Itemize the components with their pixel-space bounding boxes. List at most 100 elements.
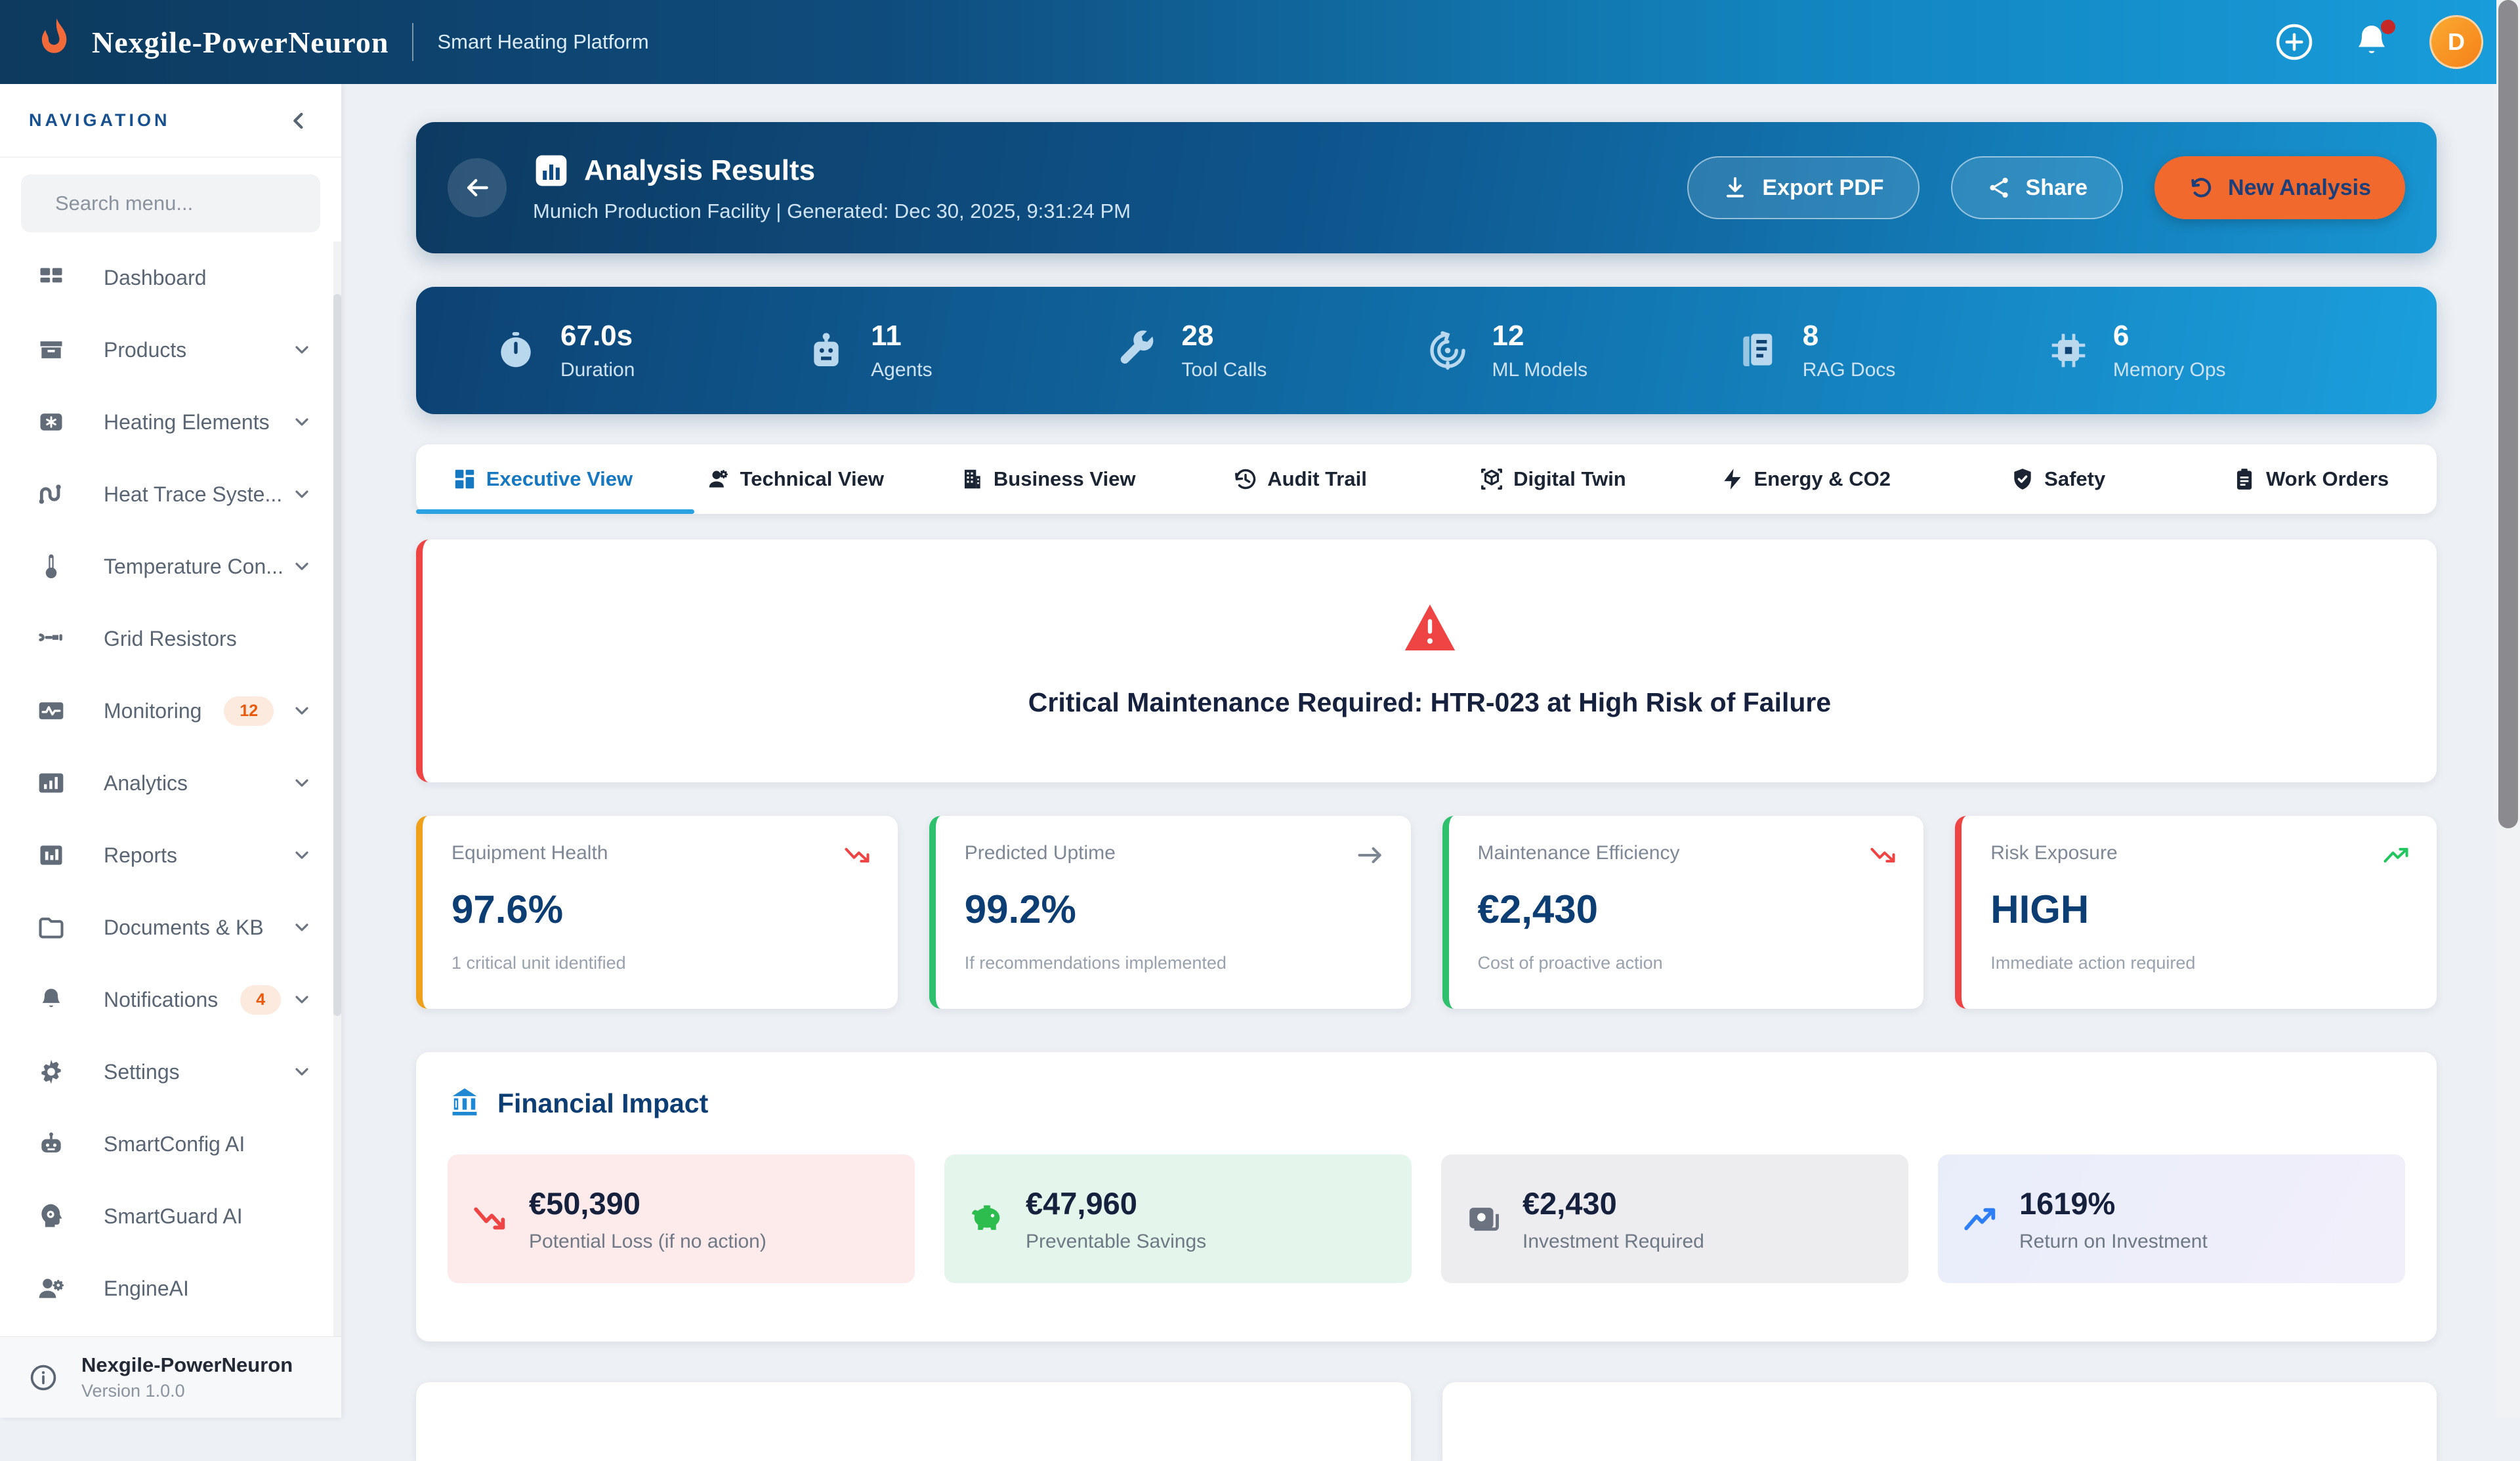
shield-check-icon (2010, 467, 2035, 492)
notifications-button[interactable] (2352, 22, 2391, 62)
sidebar: NAVIGATION Dashboard Products Heating El… (0, 84, 341, 1418)
avatar[interactable]: D (2429, 15, 2483, 69)
sidebar-scrollbar[interactable] (333, 242, 341, 1336)
piggy-bank-icon (968, 1200, 1006, 1238)
tab-work-orders[interactable]: Work Orders (2184, 444, 2437, 514)
reports-icon (37, 841, 66, 870)
chip-icon (2048, 329, 2090, 371)
main-content: Analysis Results Munich Production Facil… (341, 84, 2496, 1418)
chevron-down-icon (291, 412, 312, 433)
plus-circle-icon (2275, 22, 2314, 62)
navigation-label: NAVIGATION (29, 110, 171, 131)
stat-ml-models: 12ML Models (1427, 320, 1737, 381)
bell-icon (37, 985, 66, 1014)
chevron-down-icon (291, 989, 312, 1010)
cube-icon (1479, 467, 1504, 492)
tab-digital-twin[interactable]: Digital Twin (1427, 444, 1679, 514)
page-scrollbar[interactable] (2496, 0, 2520, 1418)
arrow-right-icon (1356, 841, 1385, 870)
active-tab-underline (416, 509, 694, 514)
stats-strip: 67.0sDuration 11Agents 28Tool Calls 12ML… (416, 287, 2437, 414)
financial-investment-required: €2,430 Investment Required (1441, 1154, 1908, 1283)
page-title: Analysis Results (584, 154, 815, 187)
model-icon (1427, 329, 1469, 371)
history-clock-icon (1233, 467, 1258, 492)
page-scrollbar-thumb[interactable] (2498, 0, 2518, 828)
sidebar-item-dashboard[interactable]: Dashboard (0, 242, 341, 314)
sidebar-item-heat-trace[interactable]: Heat Trace Syste... (0, 458, 341, 530)
chevron-down-icon (291, 773, 312, 794)
metric-equipment-health: Equipment Health 97.6% 1 critical unit i… (416, 816, 898, 1009)
sidebar-search[interactable] (21, 175, 320, 232)
bank-icon (448, 1086, 482, 1120)
sidebar-item-engineai[interactable]: EngineAI (0, 1252, 341, 1324)
sidebar-item-smartguard-ai[interactable]: SmartGuard AI (0, 1180, 341, 1252)
bottom-cards-row (416, 1382, 2437, 1461)
sidebar-item-notifications[interactable]: Notifications 4 (0, 963, 341, 1036)
chevron-down-icon (291, 700, 312, 721)
sidebar-item-monitoring[interactable]: Monitoring 12 (0, 675, 341, 747)
trending-up-icon (2382, 841, 2410, 870)
financial-potential-loss: €50,390 Potential Loss (if no action) (448, 1154, 915, 1283)
robot-icon (805, 329, 847, 371)
sidebar-item-heating-elements[interactable]: Heating Elements (0, 386, 341, 458)
flame-logo-icon (37, 18, 75, 66)
share-icon (1986, 175, 2011, 200)
sidebar-item-products[interactable]: Products (0, 314, 341, 386)
tab-technical-view[interactable]: Technical View (669, 444, 921, 514)
warning-triangle-icon (1404, 604, 1456, 650)
page-subtitle: Munich Production Facility | Generated: … (533, 200, 1131, 223)
sidebar-scrollbar-thumb[interactable] (333, 294, 341, 1016)
metric-maintenance-efficiency: Maintenance Efficiency €2,430 Cost of pr… (1442, 816, 1924, 1009)
metric-risk-exposure: Risk Exposure HIGH Immediate action requ… (1955, 816, 2437, 1009)
trending-down-icon (1868, 841, 1897, 870)
critical-alert-card: Critical Maintenance Required: HTR-023 a… (416, 540, 2437, 782)
chevron-down-icon (291, 845, 312, 866)
chevron-left-icon (286, 108, 312, 134)
tab-business-view[interactable]: Business View (921, 444, 1174, 514)
tab-executive-view[interactable]: Executive View (416, 444, 669, 514)
sidebar-item-smartconfig-ai[interactable]: SmartConfig AI (0, 1108, 341, 1180)
sidebar-item-temperature[interactable]: Temperature Con... (0, 530, 341, 603)
tab-safety[interactable]: Safety (1931, 444, 2184, 514)
search-input[interactable] (55, 192, 317, 215)
trending-down-icon (843, 841, 872, 870)
tab-energy-co2[interactable]: Energy & CO2 (1679, 444, 1931, 514)
info-icon (29, 1363, 58, 1392)
sidebar-item-analytics[interactable]: Analytics (0, 747, 341, 819)
sidebar-item-reports[interactable]: Reports (0, 819, 341, 891)
financial-roi: 1619% Return on Investment (1938, 1154, 2405, 1283)
stat-memory-ops: 6Memory Ops (2048, 320, 2358, 381)
analysis-banner: Analysis Results Munich Production Facil… (416, 122, 2437, 253)
chevron-down-icon (291, 556, 312, 577)
wrench-icon (1116, 329, 1158, 371)
app-header: Nexgile-PowerNeuron Smart Heating Platfo… (0, 0, 2520, 84)
sidebar-footer: Nexgile-PowerNeuron Version 1.0.0 (0, 1336, 341, 1418)
monitoring-badge: 12 (224, 696, 274, 726)
tab-audit-trail[interactable]: Audit Trail (1174, 444, 1427, 514)
stat-duration: 67.0sDuration (495, 320, 805, 381)
new-analysis-button[interactable]: New Analysis (2154, 156, 2405, 219)
metric-predicted-uptime: Predicted Uptime 99.2% If recommendation… (929, 816, 1411, 1009)
chevron-down-icon (291, 339, 312, 360)
view-tabs: Executive View Technical View Business V… (416, 444, 2437, 514)
add-button[interactable] (2275, 22, 2314, 62)
heat-trace-icon (37, 480, 66, 509)
bottom-card-left (416, 1382, 1411, 1461)
building-icon (959, 467, 984, 492)
back-button[interactable] (448, 158, 507, 217)
brand-divider (412, 23, 413, 61)
financial-impact-title: Financial Impact (497, 1088, 708, 1119)
export-pdf-button[interactable]: Export PDF (1687, 156, 1919, 219)
footer-app-name: Nexgile-PowerNeuron (81, 1353, 293, 1377)
head-gear-icon (37, 1202, 66, 1231)
chevron-down-icon (291, 484, 312, 505)
analytics-icon (37, 769, 66, 797)
sidebar-item-grid-resistors[interactable]: Grid Resistors (0, 603, 341, 675)
grid-icon (452, 467, 477, 492)
sidebar-item-documents[interactable]: Documents & KB (0, 891, 341, 963)
share-button[interactable]: Share (1951, 156, 2124, 219)
sidebar-item-settings[interactable]: Settings (0, 1036, 341, 1108)
bolt-icon (1720, 467, 1745, 492)
sidebar-collapse-button[interactable] (286, 108, 312, 134)
